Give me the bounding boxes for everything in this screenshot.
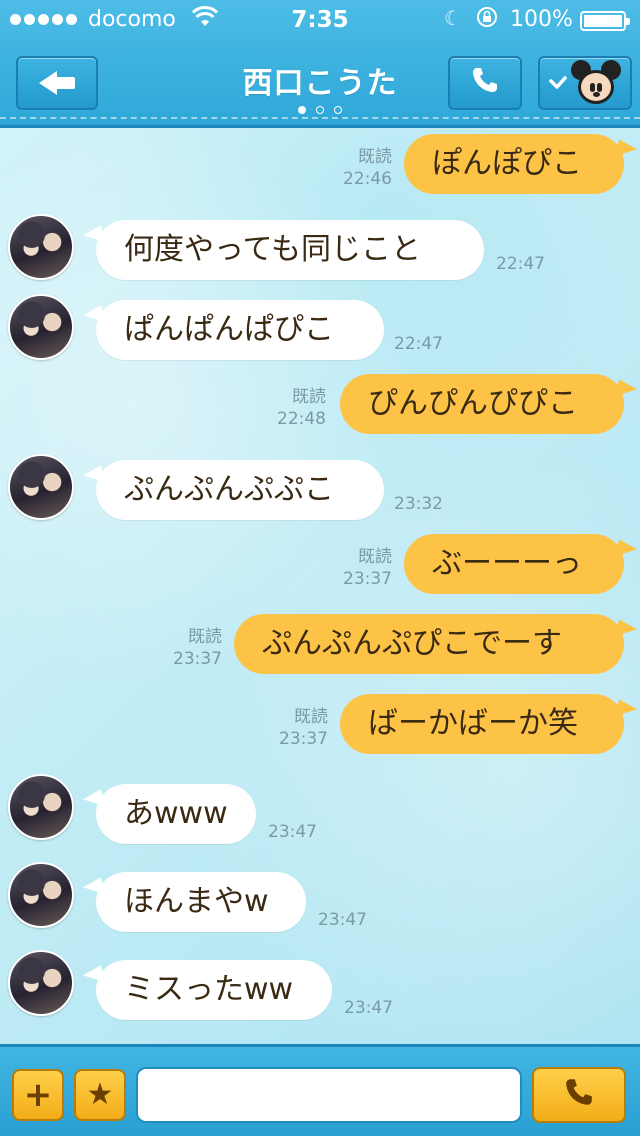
page-dot bbox=[334, 106, 342, 114]
message-meta: 既読 22:48 bbox=[234, 386, 326, 430]
call-button[interactable] bbox=[448, 56, 522, 110]
message-time: 23:32 bbox=[394, 494, 443, 514]
message-time: 22:46 bbox=[343, 169, 392, 189]
page-dot bbox=[316, 106, 324, 114]
message-input[interactable] bbox=[136, 1067, 522, 1123]
message-bubble[interactable]: ぶーーーっ bbox=[404, 534, 624, 594]
message-bubble[interactable]: ぴんぴんぴぴこ bbox=[340, 374, 624, 434]
contact-avatar[interactable] bbox=[8, 214, 74, 280]
phone-icon bbox=[470, 65, 500, 101]
read-receipt: 既読 bbox=[358, 147, 392, 167]
message-bubble[interactable]: あwww bbox=[96, 784, 256, 844]
contact-avatar[interactable] bbox=[8, 950, 74, 1016]
do-not-disturb-icon: ☾ bbox=[444, 6, 462, 30]
mickey-tsum-icon bbox=[571, 60, 621, 106]
battery-icon bbox=[580, 11, 630, 31]
chevron-down-icon bbox=[549, 71, 567, 96]
menu-button[interactable] bbox=[538, 56, 632, 110]
message-bubble[interactable]: ぱんぱんぱぴこ bbox=[96, 300, 384, 360]
stickers-button[interactable]: ★ bbox=[74, 1069, 126, 1121]
message-time: 22:48 bbox=[277, 409, 326, 429]
plus-icon: + bbox=[23, 1075, 53, 1115]
message-meta: 既読 23:37 bbox=[130, 626, 222, 670]
message-bubble[interactable]: ばーかばーか笑 bbox=[340, 694, 624, 754]
message-time: 23:47 bbox=[318, 910, 367, 930]
read-receipt: 既読 bbox=[188, 627, 222, 647]
contact-avatar[interactable] bbox=[8, 294, 74, 360]
message-time: 22:47 bbox=[496, 254, 545, 274]
rotation-lock-icon bbox=[476, 6, 498, 33]
read-receipt: 既読 bbox=[294, 707, 328, 727]
message-time: 23:47 bbox=[344, 998, 393, 1018]
message-meta: 既読 23:37 bbox=[236, 706, 328, 750]
message-bubble[interactable]: ぽんぽぴこ bbox=[404, 134, 624, 194]
input-bar: + ★ bbox=[0, 1044, 640, 1136]
message-bubble[interactable]: ぷんぷんぷぴこでーす bbox=[234, 614, 624, 674]
message-meta: 既読 22:46 bbox=[300, 146, 392, 190]
phone-icon bbox=[563, 1076, 595, 1115]
top-bar: docomo 7:35 ☾ 100% 西口こうた bbox=[0, 0, 640, 128]
message-meta: 既読 23:37 bbox=[300, 546, 392, 590]
add-attachment-button[interactable]: + bbox=[12, 1069, 64, 1121]
message-bubble[interactable]: 何度やっても同じこと bbox=[96, 220, 484, 280]
message-time: 22:47 bbox=[394, 334, 443, 354]
message-time: 23:47 bbox=[268, 822, 317, 842]
voice-call-button[interactable] bbox=[532, 1067, 626, 1123]
message-time: 23:37 bbox=[173, 649, 222, 669]
message-time: 23:37 bbox=[279, 729, 328, 749]
star-icon: ★ bbox=[86, 1077, 114, 1112]
message-time: 23:37 bbox=[343, 569, 392, 589]
page-dot bbox=[298, 106, 306, 114]
message-bubble[interactable]: ほんまやw bbox=[96, 872, 306, 932]
chat-area[interactable]: 既読 22:46 ぽんぽぴこ 何度やっても同じこと 22:47 ぱんぱんぱぴこ … bbox=[0, 128, 640, 1044]
contact-avatar[interactable] bbox=[8, 774, 74, 840]
status-bar: docomo 7:35 ☾ 100% bbox=[0, 0, 640, 40]
read-receipt: 既読 bbox=[292, 387, 326, 407]
contact-avatar[interactable] bbox=[8, 862, 74, 928]
message-bubble[interactable]: ぷんぷんぷぷこ bbox=[96, 460, 384, 520]
contact-avatar[interactable] bbox=[8, 454, 74, 520]
message-bubble[interactable]: ミスったww bbox=[96, 960, 332, 1020]
battery-percentage: 100% bbox=[510, 7, 573, 32]
read-receipt: 既読 bbox=[358, 547, 392, 567]
